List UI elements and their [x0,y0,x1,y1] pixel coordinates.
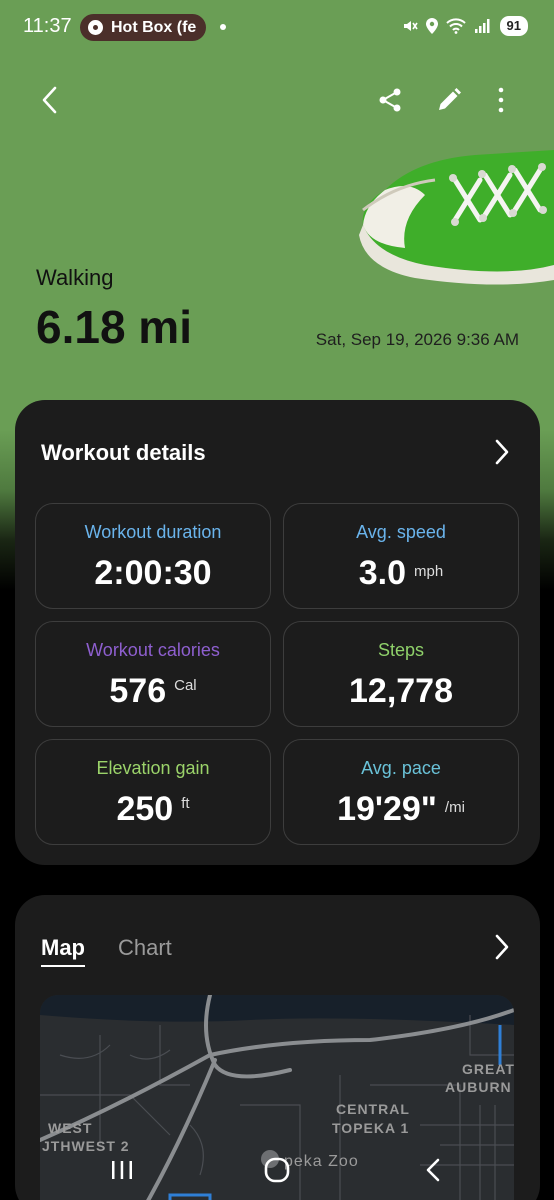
tile-label: Elevation gain [96,758,210,778]
notification-dot [220,24,226,30]
more-icon [498,87,504,113]
back-nav-icon [426,1158,440,1182]
status-bar: 11:37 Hot Box (fe 91 [0,0,554,54]
mute-icon [403,21,418,31]
share-icon [379,88,401,112]
tile-label: Avg. pace [361,758,441,778]
tile-value: 3.0 [358,554,407,592]
tile-label: Steps [377,640,425,660]
activity-type: Walking [36,265,114,290]
media-title: Hot Box (fe [111,18,197,36]
tile-avg-speed: Avg. speed 3.0 mph [283,503,519,609]
tab-map[interactable]: Map [41,935,85,967]
back-nav-button[interactable] [413,1150,453,1190]
wifi-icon [445,18,466,34]
tile-workout-duration: Workout duration 2:00:30 [35,503,271,609]
tile-label: Workout duration [84,522,222,542]
workout-details-title[interactable]: Workout details [41,440,206,466]
chevron-right-icon [495,934,509,960]
recent-apps-button[interactable] [102,1150,142,1190]
home-icon [264,1157,290,1183]
tile-label: Workout calories [86,640,220,660]
tile-unit: ft [181,795,190,812]
battery-indicator: 91 [499,16,528,36]
sneaker-illustration [359,150,554,285]
workout-details-card: Workout details Workout duration 2:00:30… [15,400,540,865]
tile-value: 2:00:30 [94,554,212,592]
more-options-button[interactable] [481,80,521,120]
tile-unit: Cal [174,677,197,694]
system-icons: 91 [402,16,528,36]
tile-value: 19'29" [337,790,437,828]
tile-value: 576 [109,672,167,710]
media-notification-pill[interactable]: Hot Box (fe [80,14,206,41]
tile-unit: mph [414,563,444,580]
edit-icon [439,88,461,110]
tile-elevation-gain: Elevation gain 250 ft [35,739,271,845]
system-navigation-bar [0,1140,554,1200]
back-button[interactable] [30,80,70,120]
distance-value: 6.18 mi [36,301,192,353]
map-open-button[interactable] [494,933,510,966]
tile-steps: Steps 12,778 [283,621,519,727]
tile-unit: /mi [444,799,465,816]
map-label: AUBURN [445,1079,512,1095]
home-button[interactable] [257,1150,297,1190]
share-button[interactable] [370,80,410,120]
tile-label: Avg. speed [356,522,446,542]
workout-datetime: Sat, Sep 19, 2026 9:36 AM [315,330,519,349]
back-icon [42,86,57,114]
music-app-icon [88,20,103,35]
tile-value: 250 [116,790,174,828]
recent-apps-icon [112,1161,132,1179]
status-time: 11:37 [23,15,72,37]
chevron-right-icon [495,439,509,465]
map-label: GREAT [462,1061,514,1077]
edit-button[interactable] [429,80,469,120]
tile-value: 12,778 [349,672,453,710]
tab-chart[interactable]: Chart [118,935,172,961]
map-label: WEST [48,1120,93,1136]
tile-workout-calories: Workout calories 576 Cal [35,621,271,727]
location-icon [425,18,438,34]
map-label: CENTRAL [336,1101,410,1117]
tile-avg-pace: Avg. pace 19'29" /mi [283,739,519,845]
workout-details-open-button[interactable] [494,438,510,471]
signal-icon [474,19,490,33]
map-label: TOPEKA 1 [332,1120,410,1136]
